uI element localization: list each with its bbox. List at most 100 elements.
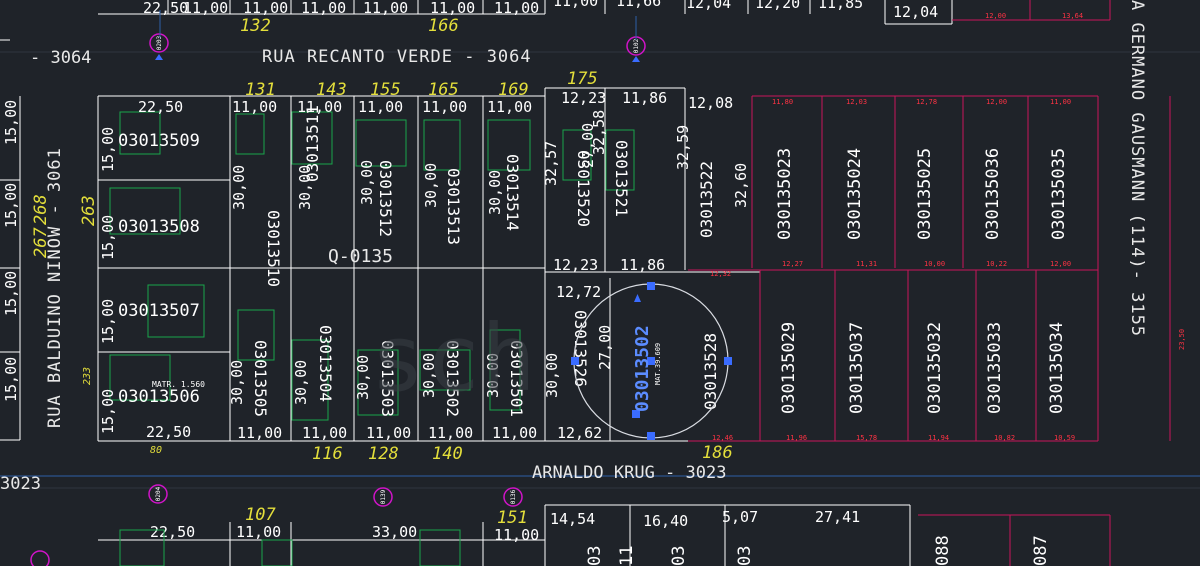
lot-id-partial: 11: [617, 546, 637, 566]
house-number: 132: [240, 16, 271, 36]
lot-id[interactable]: 030135035: [1049, 148, 1069, 240]
lot-id-partial: 03: [735, 546, 755, 566]
grip-handle[interactable]: [647, 432, 655, 440]
svg-text:12,78: 12,78: [916, 98, 937, 106]
dim-label: 11,86: [622, 89, 667, 107]
grip-handle[interactable]: [571, 357, 579, 365]
svg-text:0102: 0102: [633, 38, 640, 53]
svg-text:11,80: 11,80: [772, 98, 793, 106]
dim-label: 33,00: [372, 523, 417, 541]
house-number: 116: [312, 444, 343, 464]
dim-label: 15,00: [2, 357, 20, 402]
lot-id[interactable]: 03013509: [118, 131, 200, 151]
dim-label: 11,00: [494, 526, 539, 544]
dim-label: 11,00: [183, 0, 228, 17]
svg-text:10,00: 10,00: [924, 260, 945, 268]
svg-text:12,00: 12,00: [986, 98, 1007, 106]
lot-id[interactable]: 03013514: [503, 154, 522, 231]
dim-label: 11,00: [487, 98, 532, 116]
dim-label: 11,00: [236, 523, 281, 541]
house-number: 268: [31, 194, 51, 225]
house-number: 175: [567, 69, 598, 89]
dim-label: 12,72: [556, 283, 601, 301]
dim-label: 11,00: [553, 0, 598, 10]
dim-label: 22,50: [143, 0, 188, 17]
dim-label: 12,20: [755, 0, 800, 12]
house-number: 80: [150, 445, 162, 456]
red-dim: 13,64: [1062, 12, 1083, 20]
dim-label: 30,00: [358, 160, 376, 205]
house-number: 267: [31, 227, 51, 258]
cadastral-map[interactable]: 22,50 11,00 11,00 11,00 11,00 11,00 11,0…: [0, 0, 1200, 566]
svg-text:12,46: 12,46: [712, 434, 733, 442]
dim-label: 22,50: [150, 523, 195, 541]
house-number: 169: [498, 80, 529, 100]
lot-id[interactable]: 03013521: [612, 140, 631, 217]
lot-id[interactable]: 03013506: [118, 387, 200, 407]
lot-id[interactable]: 030135025: [915, 148, 935, 240]
house-number: 107: [245, 505, 276, 525]
lot-id[interactable]: 030135032: [925, 322, 945, 414]
dim-label: 15,00: [99, 127, 117, 172]
dim-label: 12,04: [893, 3, 938, 21]
lot-id[interactable]: 030135033: [985, 322, 1005, 414]
lot-id[interactable]: 03013505: [251, 340, 270, 417]
street-name-west: RUA BALDUINO NINOW - 3061: [45, 147, 65, 428]
lot-id[interactable]: 03013508: [118, 217, 200, 237]
svg-text:0136: 0136: [510, 489, 517, 504]
dim-label: 30,00: [422, 163, 440, 208]
svg-text:10,22: 10,22: [986, 260, 1007, 268]
lot-front-dim: 22,50: [146, 423, 191, 441]
svg-text:10,82: 10,82: [994, 434, 1015, 442]
street-name-east: A GERMANO GAUSMANN (114)- 3155: [1127, 0, 1147, 337]
lot-id[interactable]: 03013513: [444, 168, 463, 245]
svg-text:11,94: 11,94: [928, 434, 949, 442]
dim-label: 11,00: [494, 0, 539, 17]
grip-handle[interactable]: [724, 357, 732, 365]
lot-id[interactable]: 030135034: [1047, 322, 1067, 414]
lot-id-partial: 03: [585, 546, 605, 566]
dim-label: 32,57: [542, 141, 560, 186]
svg-text:11,31: 11,31: [856, 260, 877, 268]
lot-id[interactable]: 030135036: [983, 148, 1003, 240]
lot-id[interactable]: 03013522: [697, 161, 716, 238]
lot-id[interactable]: 03013510: [264, 210, 283, 287]
house-number: 155: [370, 80, 401, 100]
house-number: 165: [428, 80, 459, 100]
lot-id[interactable]: 03013512: [376, 160, 395, 237]
dim-label: 27,00: [596, 325, 614, 370]
dim-label: 11,86: [620, 256, 665, 274]
lot-id[interactable]: 03013526: [571, 310, 590, 387]
street-name-north: RUA RECANTO VERDE - 3064: [262, 47, 532, 67]
selected-lot-id[interactable]: 03013502: [632, 325, 653, 412]
grip-handle[interactable]: [647, 282, 655, 290]
house-number: 233: [82, 367, 93, 385]
dim-label: 12,23: [561, 89, 606, 107]
lot-id[interactable]: 030135029: [779, 322, 799, 414]
house-number: 140: [432, 444, 463, 464]
dim-label: 30,00: [230, 165, 248, 210]
dim-label: 11,00: [237, 424, 282, 442]
lot-id[interactable]: 030135023: [775, 148, 795, 240]
dim-label: 15,00: [99, 389, 117, 434]
house-number: 151: [497, 508, 528, 528]
dim-label: 11,00: [302, 424, 347, 442]
lot-id[interactable]: 03013507: [118, 301, 200, 321]
svg-text:0139: 0139: [380, 489, 387, 504]
matricula: MATR. 1.560: [152, 380, 205, 389]
dim-label: 12,08: [688, 94, 733, 112]
lot-id[interactable]: 03013511: [303, 105, 322, 182]
dim-label: 11,00: [363, 0, 408, 17]
dim-label: 32,59: [674, 125, 692, 170]
dim-label: 11,00: [358, 98, 403, 116]
dim-label: 11,85: [818, 0, 863, 12]
dim-label: 30,00: [486, 170, 504, 215]
house-number: 143: [316, 80, 347, 100]
lot-id[interactable]: 030135037: [847, 322, 867, 414]
lot-id[interactable]: 03013504: [316, 325, 335, 402]
dim-label: 11,66: [616, 0, 661, 10]
lot-id-partial: 088: [933, 535, 953, 566]
dim-label: 27,41: [815, 508, 860, 526]
lot-id[interactable]: 030135024: [845, 148, 865, 240]
lot-id[interactable]: 03013528: [701, 333, 720, 410]
